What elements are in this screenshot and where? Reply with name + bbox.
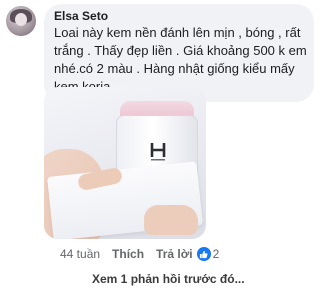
comment-text: Loai này kem nền đánh lên mịn , bóng , r… xyxy=(54,25,307,94)
reaction-count: 2 xyxy=(212,247,220,261)
like-button[interactable]: Thích xyxy=(112,247,144,261)
second-hand xyxy=(144,205,198,235)
comment-actions: 44 tuần Thích Trả lời 2 xyxy=(60,246,219,262)
reaction-summary[interactable]: 2 xyxy=(196,247,220,261)
comment-photo[interactable] xyxy=(44,87,206,239)
author-avatar[interactable] xyxy=(6,6,36,36)
reply-button[interactable]: Trả lời xyxy=(156,247,193,261)
thumbs-up-icon xyxy=(196,247,211,261)
comment-timestamp[interactable]: 44 tuần xyxy=(60,247,100,261)
view-previous-replies-link[interactable]: Xem 1 phản hồi trước đó... xyxy=(92,272,245,286)
avatar-face xyxy=(15,13,27,26)
comment-author[interactable]: Elsa Seto xyxy=(54,9,108,23)
jar-logo-icon xyxy=(150,143,166,161)
